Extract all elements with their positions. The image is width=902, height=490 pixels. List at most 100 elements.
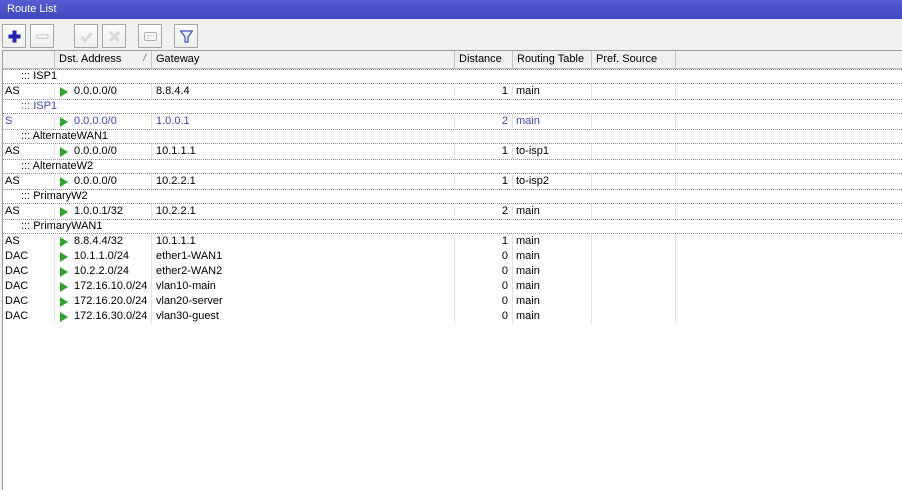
filter-button[interactable] <box>174 24 198 48</box>
comment-button[interactable] <box>138 24 162 48</box>
flags-cell: DAC <box>3 279 55 294</box>
sort-ascending-icon: / <box>143 53 146 64</box>
enable-button[interactable] <box>74 24 98 48</box>
active-route-icon <box>60 311 68 322</box>
check-icon <box>79 29 94 44</box>
flags-cell: DAC <box>3 309 55 324</box>
active-route-icon <box>60 146 68 157</box>
window-title: Route List <box>7 3 57 15</box>
table-row[interactable]: AS 1.0.0.1/32 10.2.2.1 2 main <box>3 204 902 219</box>
routing-table-cell: main <box>513 279 592 294</box>
distance-cell: 0 <box>455 264 513 279</box>
distance-cell: 1 <box>455 144 513 159</box>
dst-address-value: 0.0.0.0/0 <box>74 85 117 97</box>
distance-cell: 2 <box>455 114 513 129</box>
gateway-cell: 10.1.1.1 <box>152 234 455 249</box>
column-header-distance[interactable]: Distance <box>455 51 513 68</box>
flags-cell: AS <box>3 144 55 159</box>
column-header-blank <box>676 51 902 68</box>
pref-source-cell <box>592 279 676 294</box>
table-row[interactable]: DAC 172.16.10.0/24 vlan10-main 0 main <box>3 279 902 294</box>
routing-table-cell: main <box>513 294 592 309</box>
pref-source-cell <box>592 204 676 219</box>
pref-source-cell <box>592 294 676 309</box>
comment-row[interactable]: ::: PrimaryW2 <box>3 189 902 204</box>
title-bar[interactable]: Route List <box>0 0 902 19</box>
comment-row[interactable]: ::: PrimaryWAN1 <box>3 219 902 234</box>
column-header-gateway[interactable]: Gateway <box>152 51 455 68</box>
plus-icon <box>7 29 22 44</box>
cross-icon <box>107 29 122 44</box>
distance-cell: 0 <box>455 309 513 324</box>
dst-address-value: 10.1.1.0/24 <box>74 250 130 262</box>
table-row[interactable]: AS 8.8.4.4/32 10.1.1.1 1 main <box>3 234 902 249</box>
dst-address-value: 0.0.0.0/0 <box>74 145 117 157</box>
pref-source-cell <box>592 174 676 189</box>
comment-row[interactable]: ::: AlternateW2 <box>3 159 902 174</box>
gateway-cell: 10.2.2.1 <box>152 204 455 219</box>
blank-cell <box>676 264 902 279</box>
flags-cell: AS <box>3 84 55 99</box>
comment-row[interactable]: ::: ISP1 <box>3 99 902 114</box>
dst-address-value: 172.16.30.0/24 <box>74 310 148 322</box>
gateway-cell: vlan20-server <box>152 294 455 309</box>
comment-row[interactable]: ::: AlternateWAN1 <box>3 129 902 144</box>
gateway-cell: ether1-WAN1 <box>152 249 455 264</box>
flags-cell: DAC <box>3 249 55 264</box>
blank-cell <box>676 204 902 219</box>
routing-table-cell: main <box>513 204 592 219</box>
dst-address-cell: 0.0.0.0/0 <box>55 144 152 159</box>
dst-address-value: 0.0.0.0/0 <box>74 175 117 187</box>
column-header-routing-table[interactable]: Routing Table <box>513 51 592 68</box>
distance-cell: 0 <box>455 279 513 294</box>
table-row[interactable]: DAC 10.1.1.0/24 ether1-WAN1 0 main <box>3 249 902 264</box>
blank-cell <box>676 309 902 324</box>
routing-table-cell: main <box>513 249 592 264</box>
comment-row[interactable]: ::: ISP1 <box>3 69 902 84</box>
flags-cell: DAC <box>3 294 55 309</box>
pref-source-cell <box>592 234 676 249</box>
flags-cell: S <box>3 114 55 129</box>
column-header-flags[interactable] <box>3 51 55 68</box>
flags-cell: AS <box>3 204 55 219</box>
column-header-pref-source[interactable]: Pref. Source <box>592 51 676 68</box>
table-row[interactable]: DAC 172.16.20.0/24 vlan20-server 0 main <box>3 294 902 309</box>
pref-source-cell <box>592 144 676 159</box>
table-row[interactable]: AS 0.0.0.0/0 10.2.2.1 1 to-isp2 <box>3 174 902 189</box>
table-row[interactable]: S 0.0.0.0/0 1.0.0.1 2 main <box>3 114 902 129</box>
table-row[interactable]: DAC 10.2.2.0/24 ether2-WAN2 0 main <box>3 264 902 279</box>
route-rows: ::: ISP1 AS 0.0.0.0/0 8.8.4.4 1 main::: ISP1 S… <box>3 69 902 324</box>
gateway-cell: 10.2.2.1 <box>152 174 455 189</box>
table-row[interactable]: DAC 172.16.30.0/24 vlan30-guest 0 main <box>3 309 902 324</box>
routing-table-cell: main <box>513 84 592 99</box>
dst-address-value: 172.16.20.0/24 <box>74 295 148 307</box>
active-route-icon <box>60 86 68 97</box>
distance-cell: 1 <box>455 84 513 99</box>
column-header-dst-address[interactable]: Dst. Address / <box>55 51 152 68</box>
comment-icon <box>143 29 158 44</box>
add-button[interactable] <box>2 24 26 48</box>
active-route-icon <box>60 206 68 217</box>
remove-button[interactable] <box>30 24 54 48</box>
blank-cell <box>676 234 902 249</box>
routing-table-cell: main <box>513 309 592 324</box>
active-route-icon <box>60 176 68 187</box>
active-route-icon <box>60 236 68 247</box>
gateway-cell: 10.1.1.1 <box>152 144 455 159</box>
distance-cell: 2 <box>455 204 513 219</box>
blank-cell <box>676 114 902 129</box>
disable-button[interactable] <box>102 24 126 48</box>
table-row[interactable]: AS 0.0.0.0/0 8.8.4.4 1 main <box>3 84 902 99</box>
route-list-window: Route List Dst. Address / Gateway Distan… <box>0 0 902 490</box>
dst-address-value: 0.0.0.0/0 <box>74 115 117 127</box>
pref-source-cell <box>592 114 676 129</box>
active-route-icon <box>60 281 68 292</box>
dst-address-cell: 1.0.0.1/32 <box>55 204 152 219</box>
table-row[interactable]: AS 0.0.0.0/0 10.1.1.1 1 to-isp1 <box>3 144 902 159</box>
gateway-cell: 8.8.4.4 <box>152 84 455 99</box>
blank-cell <box>676 84 902 99</box>
dst-address-cell: 0.0.0.0/0 <box>55 114 152 129</box>
gateway-cell: vlan30-guest <box>152 309 455 324</box>
routing-table-cell: to-isp2 <box>513 174 592 189</box>
active-route-icon <box>60 251 68 262</box>
